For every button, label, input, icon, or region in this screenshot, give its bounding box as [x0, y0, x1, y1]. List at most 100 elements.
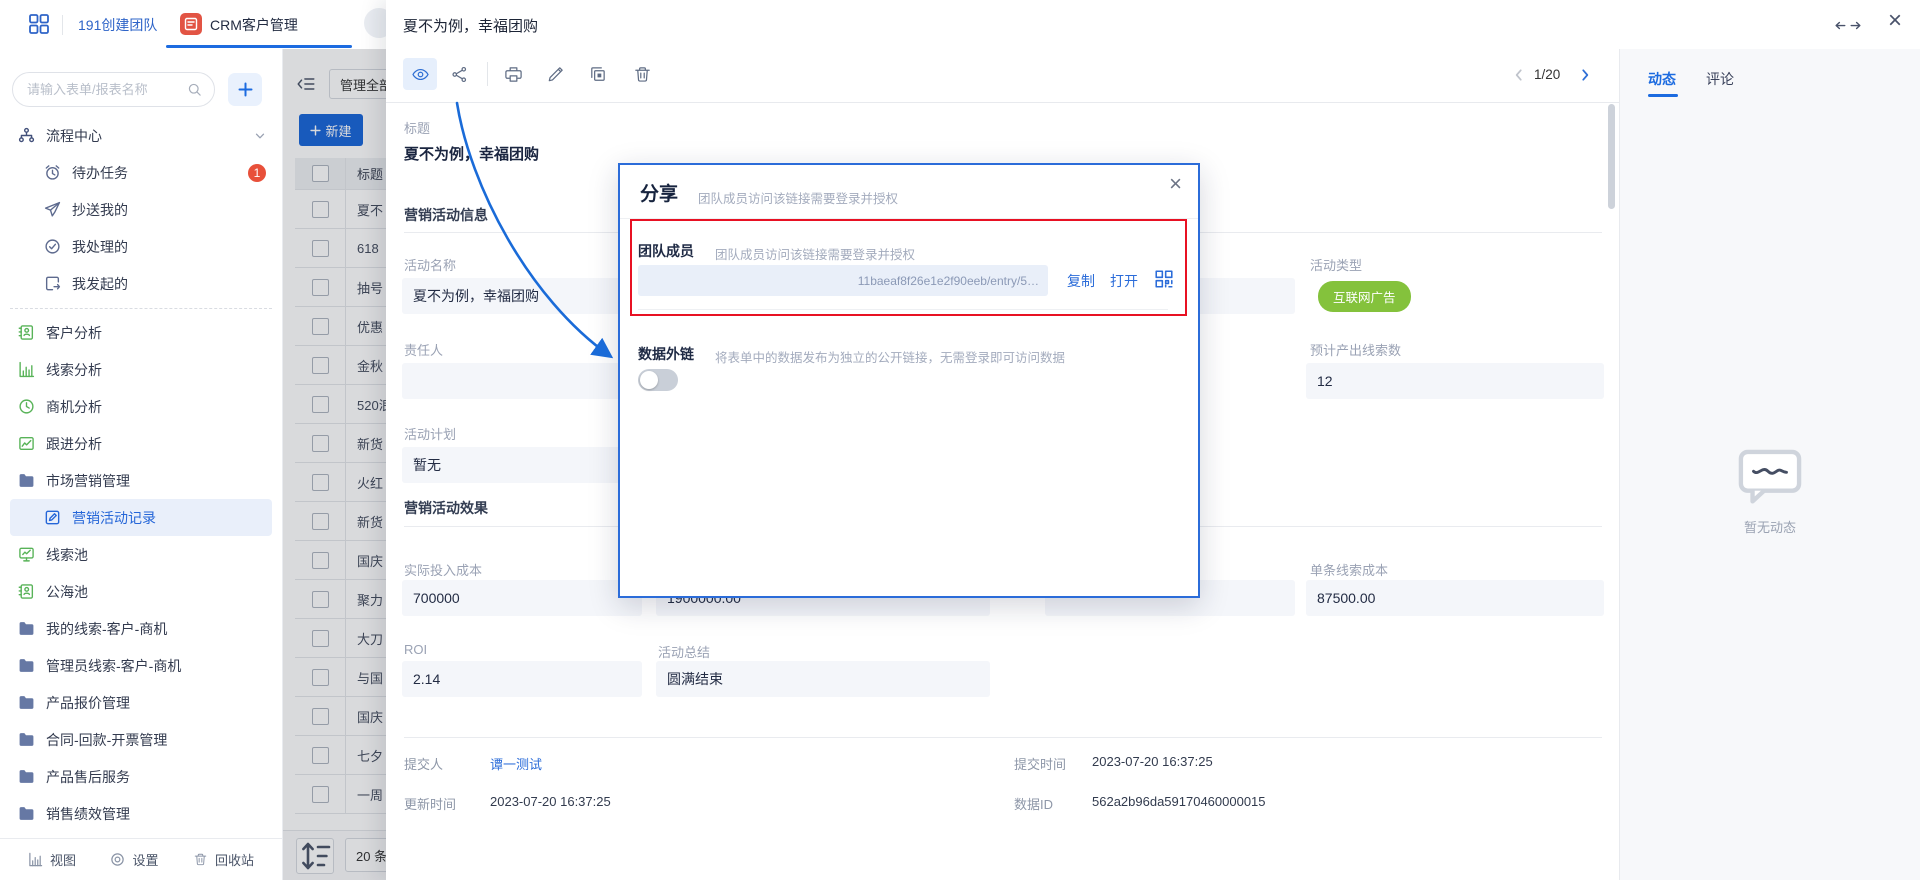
table-row[interactable]: 新货	[295, 424, 386, 463]
row-checkbox[interactable]	[312, 279, 329, 296]
row-checkbox[interactable]	[312, 786, 329, 803]
row-checkbox[interactable]	[312, 747, 329, 764]
sidebar-item[interactable]: 我发起的	[0, 265, 282, 302]
folder-icon	[18, 657, 35, 674]
bar-chart-icon	[18, 361, 35, 378]
table-row[interactable]: 国庆	[295, 697, 386, 736]
table-row[interactable]: 新货	[295, 502, 386, 541]
expand-icon[interactable]	[1834, 18, 1862, 32]
table-row[interactable]: 七夕	[295, 736, 386, 775]
table-row[interactable]: 夏不	[295, 190, 386, 229]
sidebar-item[interactable]: 销售绩效管理	[0, 795, 282, 832]
tab-activity-feed[interactable]: 动态	[1648, 69, 1676, 89]
row-checkbox[interactable]	[312, 357, 329, 374]
table-row[interactable]: 聚力	[295, 580, 386, 619]
edit-button[interactable]	[538, 58, 572, 90]
copy-record-button[interactable]	[580, 58, 614, 90]
alarm-clock-icon	[44, 164, 61, 181]
table-row[interactable]: 金秋	[295, 346, 386, 385]
sidebar-item[interactable]: 抄送我的	[0, 191, 282, 228]
row-checkbox[interactable]	[312, 396, 329, 413]
table-row[interactable]: 国庆	[295, 541, 386, 580]
sidebar-item[interactable]: 合同-回款-开票管理	[0, 721, 282, 758]
table-row[interactable]: 火红	[295, 463, 386, 502]
contact-card-icon	[18, 324, 35, 341]
row-height-button[interactable]	[296, 838, 334, 874]
row-checkbox[interactable]	[312, 318, 329, 335]
clock-icon	[18, 398, 35, 415]
sidebar-item[interactable]: 线索池	[0, 536, 282, 573]
row-checkbox[interactable]	[312, 201, 329, 218]
row-checkbox[interactable]	[312, 591, 329, 608]
tab-comments[interactable]: 评论	[1706, 69, 1734, 89]
vertical-scrollbar[interactable]	[1608, 104, 1615, 209]
close-icon[interactable]: ×	[1888, 9, 1902, 33]
table-row[interactable]: 抽号	[295, 268, 386, 307]
row-checkbox[interactable]	[312, 630, 329, 647]
row-checkbox[interactable]	[312, 708, 329, 725]
table-row[interactable]: 大刀	[295, 619, 386, 658]
app-grid-icon[interactable]	[28, 13, 50, 35]
sidebar-footer-item[interactable]: 设置	[110, 850, 158, 869]
sidebar-item[interactable]: 营销活动记录	[10, 499, 272, 536]
print-button[interactable]	[496, 58, 530, 90]
select-all-checkbox[interactable]	[312, 165, 329, 182]
sidebar-item[interactable]: 市场营销管理	[0, 462, 282, 499]
sidebar-footer-item[interactable]: 视图	[28, 850, 76, 869]
collapse-sidebar-icon[interactable]	[296, 74, 316, 94]
table-row[interactable]: 与国	[295, 658, 386, 697]
row-checkbox[interactable]	[312, 669, 329, 686]
new-record-button[interactable]: 新建	[299, 114, 363, 146]
sidebar-item[interactable]: 待办任务 1	[0, 154, 282, 191]
view-eye-button[interactable]	[403, 58, 437, 90]
sidebar-item[interactable]: 流程中心	[0, 117, 282, 154]
doc-send-icon	[44, 275, 61, 292]
column-header-title: 标题	[345, 158, 386, 189]
manage-all-button[interactable]: 管理全部	[329, 69, 386, 99]
row-checkbox[interactable]	[312, 552, 329, 569]
open-link-button[interactable]: 打开	[1110, 271, 1138, 291]
row-checkbox[interactable]	[312, 513, 329, 530]
field-roi-value: 2.14	[402, 661, 642, 697]
row-checkbox[interactable]	[312, 474, 329, 491]
empty-state-text: 暂无动态	[1620, 517, 1920, 536]
update-time-value: 2023-07-20 16:37:25	[490, 794, 611, 809]
row-checkbox[interactable]	[312, 240, 329, 257]
row-checkbox[interactable]	[312, 435, 329, 452]
table-row[interactable]: 618	[295, 229, 386, 268]
sidebar-item[interactable]: 我的线索-客户-商机	[0, 610, 282, 647]
field-cpl-label: 单条线索成本	[1310, 560, 1388, 579]
share-link-field[interactable]: 11baeaf8f26e1e2f90eeb/entry/5…	[638, 265, 1048, 296]
share-button[interactable]	[442, 58, 476, 90]
sidebar-footer-item[interactable]: 回收站	[193, 850, 254, 869]
chevron-right-icon[interactable]	[1578, 68, 1592, 82]
submitter-link[interactable]: 谭一测试	[490, 754, 542, 773]
table-row[interactable]: 优惠	[295, 307, 386, 346]
table-row[interactable]: 520浪	[295, 385, 386, 424]
delete-button[interactable]	[625, 58, 659, 90]
sidebar-item[interactable]: 客户分析	[0, 314, 282, 351]
flow-icon	[18, 127, 35, 144]
sidebar-item[interactable]: 产品售后服务	[0, 758, 282, 795]
sidebar-item[interactable]: 管理员线索-客户-商机	[0, 647, 282, 684]
search-input[interactable]	[25, 81, 179, 98]
qr-code-icon[interactable]	[1154, 269, 1174, 289]
sidebar-item[interactable]: 线索分析	[0, 351, 282, 388]
tab-team[interactable]: 191创建团队	[78, 15, 157, 35]
external-link-toggle[interactable]	[638, 369, 678, 391]
table-row[interactable]: 一周	[295, 775, 386, 814]
sidebar-item[interactable]: 公海池	[0, 573, 282, 610]
sidebar-item[interactable]: 我处理的	[0, 228, 282, 265]
page-size-select[interactable]: 20 条/页	[345, 838, 386, 872]
add-form-button[interactable]	[228, 73, 262, 106]
table-header-row: 标题	[295, 158, 386, 190]
tab-crm-app[interactable]: CRM客户管理	[210, 15, 298, 35]
sidebar-item[interactable]: 跟进分析	[0, 425, 282, 462]
close-icon[interactable]: ×	[1169, 173, 1182, 195]
copy-link-button[interactable]: 复制	[1067, 271, 1095, 291]
sidebar-item[interactable]	[0, 302, 282, 314]
sidebar-item[interactable]: 产品报价管理	[0, 684, 282, 721]
sidebar-item[interactable]: 商机分析	[0, 388, 282, 425]
sidebar-search[interactable]	[12, 72, 215, 107]
chevron-left-icon[interactable]	[1512, 68, 1526, 82]
